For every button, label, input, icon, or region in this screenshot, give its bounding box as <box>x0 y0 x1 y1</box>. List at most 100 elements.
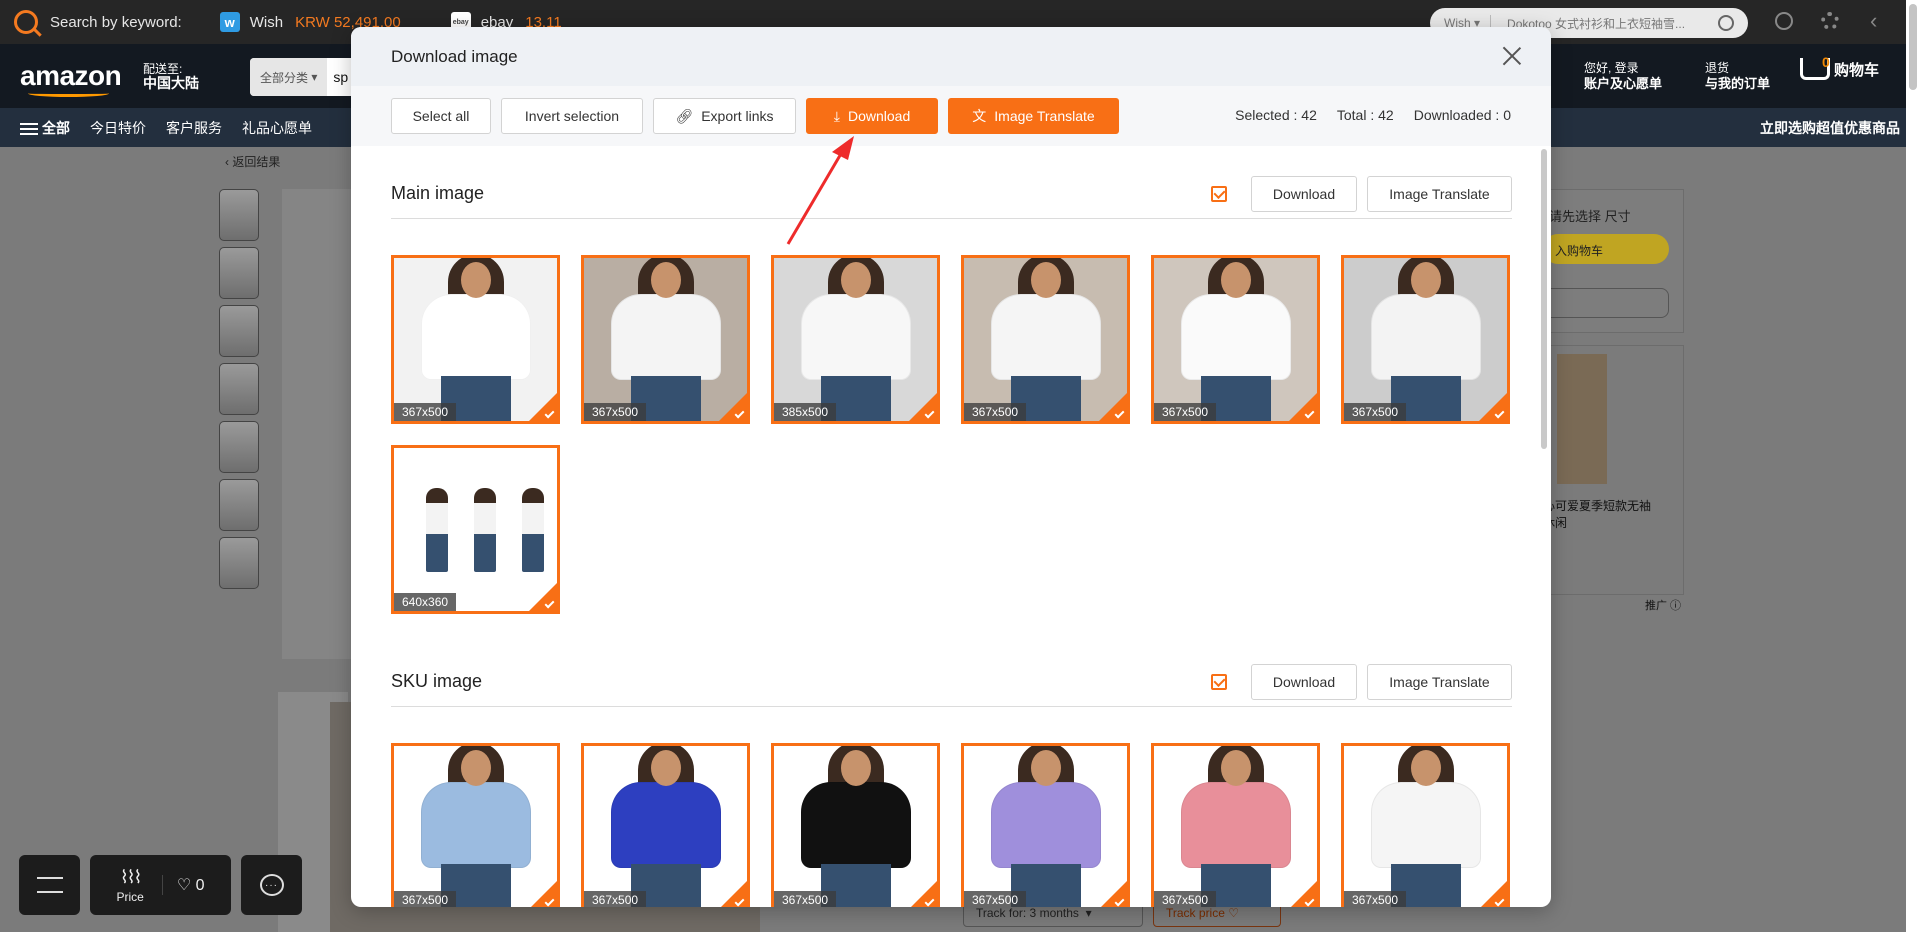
page-scrollbar[interactable] <box>1906 0 1920 932</box>
add-to-cart-button[interactable]: 入购物车 <box>1543 234 1669 264</box>
selected-check-icon[interactable] <box>529 393 557 421</box>
select-section-checkbox[interactable] <box>1211 673 1227 690</box>
select-all-button[interactable]: Select all <box>391 98 491 134</box>
image-card[interactable]: 367x500 <box>961 255 1130 424</box>
selected-check-icon[interactable] <box>1289 881 1317 907</box>
section-translate-button[interactable]: Image Translate <box>1367 175 1512 212</box>
page-scrollbar-thumb[interactable] <box>1909 4 1917 90</box>
price-chart-icon: ⌇⌇⌇ <box>119 866 142 887</box>
section-actions: Download Image Translate <box>1211 175 1512 212</box>
sku-image-grid: 367x500 367x500 367x500 367x500 367x500 367x5… <box>391 743 1512 907</box>
image-dimensions: 367x500 <box>774 891 837 907</box>
selected-check-icon[interactable] <box>909 393 937 421</box>
image-translate-button[interactable]: 文 Image Translate <box>948 98 1119 134</box>
download-image-dialog: Download image Select all Invert selecti… <box>351 27 1551 907</box>
select-section-checkbox[interactable] <box>1211 185 1227 202</box>
image-card[interactable]: 367x500 <box>771 743 940 907</box>
nav-all[interactable]: 全部 <box>20 118 70 138</box>
selected-check-icon[interactable] <box>1099 881 1127 907</box>
image-card[interactable]: 367x500 <box>1151 743 1320 907</box>
thumbnail[interactable] <box>219 421 259 473</box>
history-icon[interactable] <box>1775 12 1793 30</box>
orders-link[interactable]: 退货 与我的订单 <box>1705 60 1770 92</box>
image-dimensions: 367x500 <box>964 403 1027 421</box>
main-image-grid: 367x500 367x500 385x500 367x500 367x500 367x5… <box>391 255 1512 614</box>
price-button[interactable]: ⌇⌇⌇ Price <box>116 867 161 904</box>
deliver-to-label: 配送至: <box>143 62 183 76</box>
selected-check-icon[interactable] <box>1099 393 1127 421</box>
section-actions: Download Image Translate <box>1211 663 1512 700</box>
nav-deals[interactable]: 今日特价 <box>90 118 146 138</box>
buy-box-title: 请先选择 尺寸 <box>1549 209 1631 224</box>
image-card[interactable]: 367x500 <box>1341 743 1510 907</box>
cart-button[interactable]: 0 购物车 <box>1800 54 1879 80</box>
image-card[interactable]: 640x360 <box>391 445 560 614</box>
image-card[interactable]: 367x500 <box>1341 255 1510 424</box>
dialog-scrollbar[interactable] <box>1541 149 1547 449</box>
chat-button[interactable]: ··· <box>241 855 302 915</box>
account-menu[interactable]: 您好, 登录 账户及心愿单 <box>1584 60 1662 92</box>
image-card[interactable]: 385x500 <box>771 255 940 424</box>
image-card[interactable]: 367x500 <box>1151 255 1320 424</box>
dialog-header: Download image <box>351 27 1551 86</box>
image-card[interactable]: 367x500 <box>581 743 750 907</box>
section-download-button[interactable]: Download <box>1251 663 1357 700</box>
wish-icon: w <box>219 12 240 32</box>
search-category-select[interactable]: 全部分类 ▾ <box>250 58 328 96</box>
selected-check-icon[interactable] <box>529 881 557 907</box>
search-icon[interactable] <box>1718 15 1734 31</box>
back-to-results-link[interactable]: ‹ 返回结果 <box>225 153 280 170</box>
thumbnail[interactable] <box>219 363 259 415</box>
nav-registry[interactable]: 礼品心愿单 <box>242 118 312 138</box>
selected-check-icon[interactable] <box>719 393 747 421</box>
buy-box-option[interactable] <box>1543 288 1669 318</box>
amazon-logo[interactable]: amazon <box>20 60 122 97</box>
annotation-arrow <box>786 136 854 245</box>
price-label: Price <box>116 889 144 904</box>
invert-selection-button[interactable]: Invert selection <box>501 98 643 134</box>
amazon-search[interactable]: 全部分类 ▾ sp <box>250 58 360 96</box>
image-dimensions: 367x500 <box>584 891 647 907</box>
selected-check-icon[interactable] <box>1289 393 1317 421</box>
deliver-to[interactable]: 配送至: 中国大陆 <box>143 62 199 91</box>
nav-promo[interactable]: 立即选购超值优惠商品 <box>1760 118 1900 138</box>
download-all-button[interactable]: ⤓ Download <box>806 98 938 134</box>
chevron-left-icon[interactable]: ‹ <box>1870 8 1888 33</box>
search-by-keyword-label[interactable]: Search by keyword: <box>50 14 182 31</box>
selected-check-icon[interactable] <box>1479 393 1507 421</box>
annotation-arrow-head <box>832 136 854 160</box>
export-links-button[interactable]: 🔗︎ Export links <box>653 98 796 134</box>
thumbnail[interactable] <box>219 479 259 531</box>
scroll-top-button[interactable] <box>19 855 80 915</box>
platform-name-wish[interactable]: Wish <box>250 14 283 31</box>
thumbnail[interactable] <box>219 247 259 299</box>
close-icon[interactable] <box>1501 45 1523 67</box>
extension-logo-icon[interactable] <box>14 10 38 34</box>
price-tracker-widget[interactable]: ⌇⌇⌇ Price ♡ 0 <box>90 855 231 915</box>
image-card[interactable]: 367x500 <box>581 255 750 424</box>
section-translate-button[interactable]: Image Translate <box>1367 663 1512 700</box>
selected-check-icon[interactable] <box>529 583 557 611</box>
section-download-button[interactable]: Download <box>1251 175 1357 212</box>
selected-check-icon[interactable] <box>1479 881 1507 907</box>
selected-check-icon[interactable] <box>719 881 747 907</box>
annotation-arrow-shaft <box>786 151 844 245</box>
menu-icon <box>20 122 38 135</box>
link-icon: 🔗︎ <box>675 107 694 124</box>
gear-icon[interactable] <box>1821 12 1839 30</box>
nav-customer-service[interactable]: 客户服务 <box>166 118 222 138</box>
sponsored-ad[interactable]: 心可爱夏季短款无袖 休闲 <box>1534 345 1684 595</box>
section-title: Main image <box>391 183 485 203</box>
section-title: SKU image <box>391 671 483 691</box>
image-dimensions: 367x500 <box>394 891 457 907</box>
favorite-count[interactable]: ♡ 0 <box>161 875 205 895</box>
thumbnail[interactable] <box>219 189 259 241</box>
image-card[interactable]: 367x500 <box>391 255 560 424</box>
thumbnail[interactable] <box>219 305 259 357</box>
image-card[interactable]: 367x500 <box>391 743 560 907</box>
image-card[interactable]: 367x500 <box>961 743 1130 907</box>
image-dimensions: 367x500 <box>1154 403 1217 421</box>
cart-count: 0 <box>1822 54 1830 70</box>
selected-check-icon[interactable] <box>909 881 937 907</box>
video-thumbnail[interactable] <box>219 537 259 589</box>
